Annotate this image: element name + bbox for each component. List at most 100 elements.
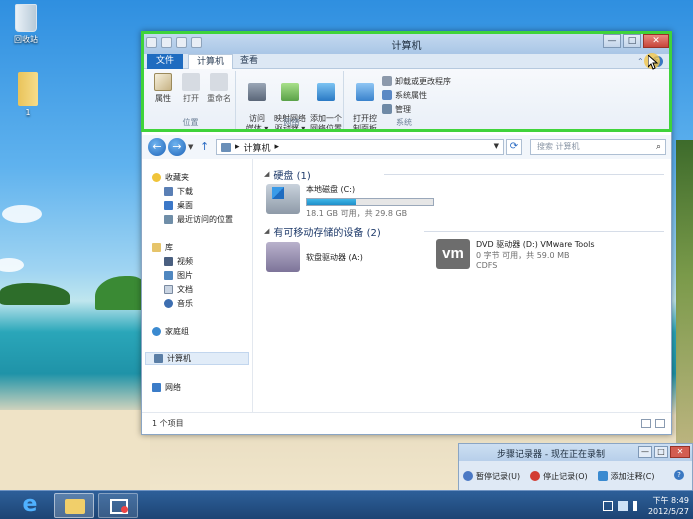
nav-label: 文档 — [177, 285, 193, 294]
comment-icon — [597, 471, 608, 481]
explorer-window: 计算机 — □ ✕ 文件 计算机 查看 ⌃ ? 属性 打开 重命名 — [141, 31, 672, 435]
nav-documents[interactable]: 文档 — [164, 283, 193, 296]
folder-icon — [65, 499, 85, 514]
tab-view[interactable]: 查看 — [232, 54, 266, 69]
pause-record-button[interactable]: 暂停记录(U) — [463, 468, 520, 484]
ribbon-group-network: 访问 媒体 ▾ 映射网络 驱动器 ▾ 添加一个 网络位置 网络 — [240, 71, 344, 133]
uninstall-label: 卸载或更改程序 — [395, 76, 451, 86]
group-header-removable[interactable]: ◢ 有可移动存储的设备 (2) — [264, 224, 664, 239]
recent-locations-dropdown[interactable]: ▼ — [188, 143, 193, 151]
group-divider — [384, 174, 664, 175]
content-pane: ◢ 硬盘 (1) 本地磁盘 (C:) 18.1 GB 可用，共 29.8 GB … — [254, 159, 671, 412]
clock-date: 2012/5/27 — [647, 506, 689, 516]
nav-label: 收藏夹 — [165, 173, 189, 182]
taskbar-steps-recorder[interactable] — [98, 493, 138, 518]
network-location-icon — [317, 83, 335, 101]
tab-computer[interactable]: 计算机 — [188, 54, 234, 70]
nav-label: 下载 — [177, 187, 193, 196]
up-button[interactable]: ↑ — [200, 140, 209, 153]
homegroup-icon — [152, 327, 161, 336]
uninstall-program-button[interactable]: 卸载或更改程序 — [382, 75, 451, 87]
open-button[interactable]: 打开 — [176, 73, 206, 104]
desktop-icon-folder[interactable]: 1 — [8, 72, 48, 117]
psr-minimize-button[interactable]: — — [638, 446, 652, 458]
drive-a[interactable]: 软盘驱动器 (A:) — [266, 242, 363, 272]
clock[interactable]: 下午 8:49 2012/5/27 — [648, 495, 689, 517]
nav-favorites[interactable]: 收藏夹 — [152, 171, 189, 184]
cursor-arrow-icon — [648, 55, 659, 70]
mouse-cursor — [644, 53, 661, 72]
group-label-system: 系统 — [396, 118, 412, 127]
collapse-icon: ◢ — [264, 227, 270, 235]
system-properties-button[interactable]: 系统属性 — [382, 89, 427, 101]
taskbar: e 下午 8:49 2012/5/27 — [0, 490, 693, 519]
stop-record-button[interactable]: 停止记录(O) — [530, 468, 588, 484]
nav-label: 库 — [165, 243, 173, 252]
nav-network[interactable]: 网络 — [152, 381, 181, 394]
title-bar[interactable]: 计算机 — □ ✕ — [142, 32, 671, 54]
nav-libraries[interactable]: 库 — [152, 241, 173, 254]
search-box[interactable]: 搜索 计算机 ⌕ — [530, 139, 666, 155]
search-placeholder: 搜索 计算机 — [537, 142, 580, 151]
drive-name: 软盘驱动器 (A:) — [306, 253, 363, 262]
nav-desktop[interactable]: 桌面 — [164, 199, 193, 212]
stop-icon — [530, 471, 541, 481]
address-dropdown-icon[interactable]: ▼ — [494, 142, 499, 150]
psr-close-button[interactable]: ✕ — [670, 446, 690, 458]
navigation-bar: ← → ▼ ↑ ▸ 计算机 ▸ ▼ ⟳ 搜索 计算机 ⌕ — [142, 135, 671, 159]
nav-label: 网络 — [165, 383, 181, 392]
network-icon — [152, 383, 161, 392]
details-view-icon[interactable] — [641, 419, 651, 428]
nav-recent-places[interactable]: 最近访问的位置 — [164, 213, 233, 226]
uninstall-icon — [382, 76, 392, 86]
taskbar-internet-explorer[interactable]: e — [10, 493, 50, 518]
network-tray-icon[interactable] — [617, 500, 628, 511]
media-icon — [248, 83, 266, 101]
nav-music[interactable]: 音乐 — [164, 297, 193, 310]
add-comment-button[interactable]: 添加注释(C) — [597, 468, 654, 484]
nav-pictures[interactable]: 图片 — [164, 269, 193, 282]
network-drive-icon — [281, 83, 299, 101]
drive-d[interactable]: vm DVD 驱动器 (D:) VMware Tools 0 字节 可用，共 5… — [436, 239, 594, 270]
manage-button[interactable]: 管理 — [382, 103, 411, 115]
rename-button[interactable]: 重命名 — [204, 73, 234, 104]
maximize-button[interactable]: □ — [623, 34, 641, 48]
desktop-icon-recycle-bin[interactable]: 回收站 — [6, 4, 46, 45]
drive-c[interactable]: 本地磁盘 (C:) 18.1 GB 可用，共 29.8 GB — [266, 184, 434, 219]
palm-tree — [676, 140, 693, 480]
nav-homegroup[interactable]: 家庭组 — [152, 325, 189, 338]
clock-time: 下午 8:49 — [652, 495, 689, 505]
status-bar: 1 个项目 — [142, 412, 671, 434]
open-label: 打开 — [183, 94, 199, 103]
tab-file[interactable]: 文件 — [147, 54, 184, 69]
manage-label: 管理 — [395, 104, 411, 114]
refresh-button[interactable]: ⟳ — [506, 139, 522, 155]
pause-label: 暂停记录(U) — [476, 471, 521, 481]
nav-downloads[interactable]: 下载 — [164, 185, 193, 198]
nav-computer[interactable]: 计算机 — [145, 352, 249, 365]
close-button[interactable]: ✕ — [643, 34, 669, 48]
psr-maximize-button[interactable]: □ — [654, 446, 668, 458]
group-header-hdd[interactable]: ◢ 硬盘 (1) — [264, 167, 664, 182]
address-bar[interactable]: ▸ 计算机 ▸ ▼ — [216, 139, 504, 155]
forward-button[interactable]: → — [168, 138, 186, 156]
minimize-button[interactable]: — — [603, 34, 621, 48]
taskbar-file-explorer[interactable] — [54, 493, 94, 518]
back-button[interactable]: ← — [148, 138, 166, 156]
ribbon-group-system: 打开控 制面板 卸载或更改程序 系统属性 管理 系统 — [348, 71, 460, 133]
volume-icon[interactable] — [632, 500, 643, 511]
psr-help-icon[interactable]: ? — [674, 470, 684, 480]
nav-videos[interactable]: 视频 — [164, 255, 193, 268]
flag-icon[interactable] — [602, 500, 613, 511]
floppy-drive-icon — [266, 242, 300, 272]
properties-button[interactable]: 属性 — [148, 73, 178, 104]
video-icon — [164, 257, 173, 266]
large-icons-view-icon[interactable] — [655, 419, 665, 428]
properties-label: 属性 — [155, 94, 171, 103]
properties-icon — [154, 73, 172, 91]
nav-label: 最近访问的位置 — [177, 215, 233, 224]
group-label-location: 位置 — [182, 118, 199, 127]
system-properties-label: 系统属性 — [395, 90, 427, 100]
manage-icon — [382, 104, 392, 114]
nav-label: 视频 — [177, 257, 193, 266]
